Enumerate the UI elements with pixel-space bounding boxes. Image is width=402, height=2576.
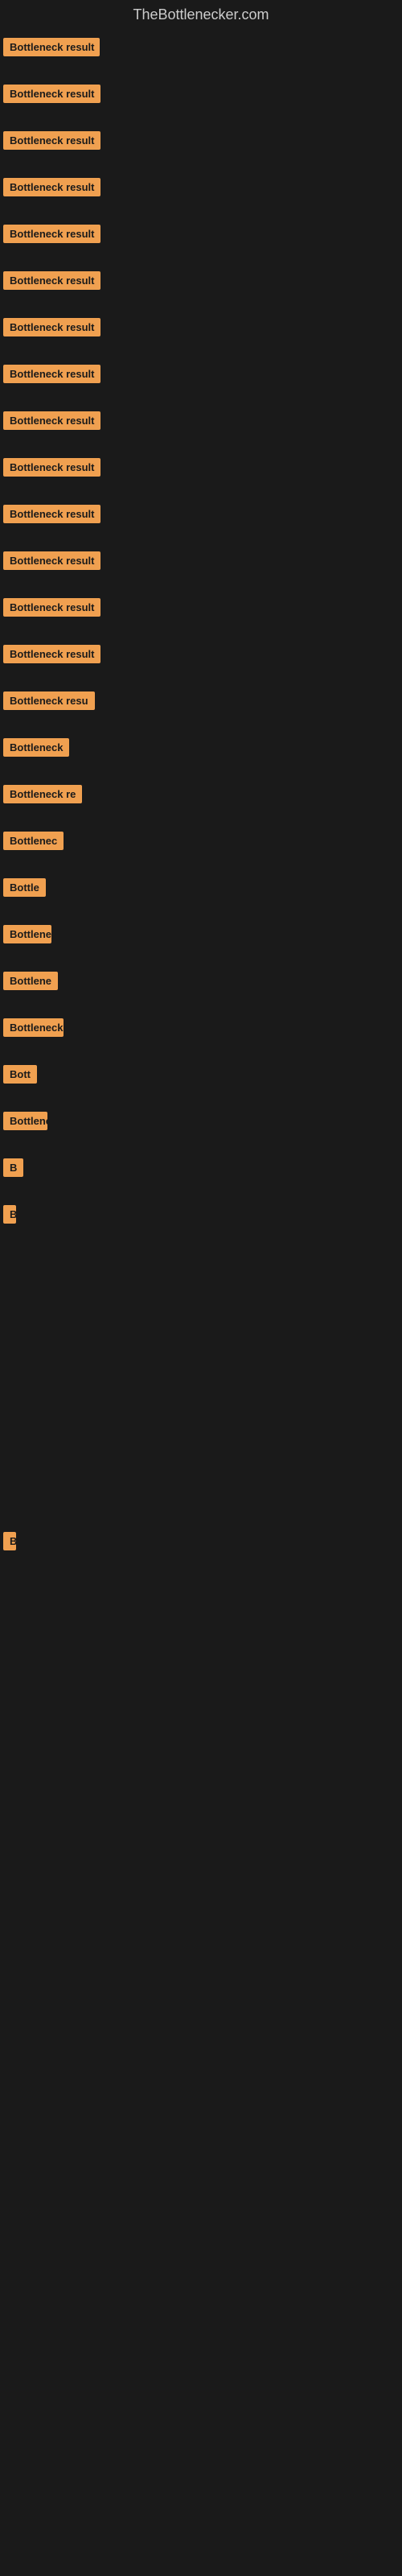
list-item: Bottleneck result [3,1804,399,1851]
list-item: B [3,1150,399,1197]
list-item: Bottlene [3,964,399,1010]
list-item: Bottleneck [3,730,399,777]
list-item: Bottleneck result [3,30,399,76]
list-item: Bottlenec [3,1104,399,1150]
bottleneck-badge: Bottleneck result [3,318,100,336]
list-item: Bottleneck result [3,1664,399,1711]
bottleneck-badge: Bottlene [3,972,58,990]
list-item: Bottleneck resu [3,683,399,730]
bottleneck-badge: Bottleneck result [3,598,100,617]
bottleneck-badge: Bottlenec [3,1205,16,1224]
list-item: Bottleneck re [3,777,399,824]
list-item: Bottleneck result [3,543,399,590]
bottleneck-badge: Bottleneck result [3,458,100,477]
bottleneck-badge: Bottleneck result [3,551,100,570]
site-title: TheBottlenecker.com [0,0,402,30]
list-item: Bottleneck result [3,497,399,543]
list-item: Bottleneck result [3,76,399,123]
list-item: Bottleneck result [3,450,399,497]
list-item: Bottleneck result [3,123,399,170]
list-item: Bottleneck result [3,1617,399,1664]
bottleneck-badge: Bottleneck result [3,411,100,430]
list-item: Bottleneck result [3,403,399,450]
bottleneck-badge: Bottlenec [3,1112,47,1130]
bottleneck-badge: Bottleneck result [3,85,100,103]
bottleneck-badge: Bottleneck [3,1018,64,1037]
list-item: Bottleneck result [3,1384,399,1430]
items-container: Bottleneck resultBottleneck resultBottle… [0,30,402,1851]
bottleneck-badge: Bott [3,1065,37,1084]
list-item: Bottleneck result [3,637,399,683]
bottleneck-badge: Bottlenec [3,832,64,850]
list-item: Bottleneck [3,1010,399,1057]
bottleneck-badge: Bottlenec [3,925,51,943]
list-item: Bottleneck result [3,217,399,263]
list-item: Bottlenec [3,1197,399,1244]
list-item: Bottleneck result [3,1477,399,1524]
list-item: Bottleneck result [3,1244,399,1290]
bottleneck-badge: Bottleneck [3,738,69,757]
list-item: Bottleneck result [3,1757,399,1804]
list-item: Bottleneck result [3,170,399,217]
list-item: Bottleneck result [3,1430,399,1477]
list-item: Bottlenec [3,824,399,870]
list-item: Bottleneck result [3,263,399,310]
bottleneck-badge: Bottleneck result [3,225,100,243]
bottleneck-badge: Bottleneck result [3,505,100,523]
list-item: Bottleneck result [3,1711,399,1757]
list-item: Bottleneck result [3,1337,399,1384]
bottleneck-badge: B [3,1532,16,1550]
bottleneck-badge: Bottleneck resu [3,691,95,710]
bottleneck-badge: Bottleneck result [3,645,100,663]
bottleneck-badge: Bottleneck result [3,38,100,56]
bottleneck-badge: Bottleneck result [3,178,100,196]
bottleneck-badge: Bottleneck re [3,785,82,803]
list-item: Bottleneck result [3,1571,399,1617]
list-item: Bottleneck result [3,1290,399,1337]
bottleneck-badge: Bottleneck result [3,365,100,383]
list-item: Bottleneck result [3,310,399,357]
bottleneck-badge: Bottle [3,878,46,897]
list-item: Bott [3,1057,399,1104]
list-item: Bottleneck result [3,590,399,637]
list-item: Bottlenec [3,917,399,964]
bottleneck-badge: B [3,1158,23,1177]
list-item: Bottle [3,870,399,917]
list-item: B [3,1524,399,1571]
list-item: Bottleneck result [3,357,399,403]
bottleneck-badge: Bottleneck result [3,131,100,150]
bottleneck-badge: Bottleneck result [3,271,100,290]
